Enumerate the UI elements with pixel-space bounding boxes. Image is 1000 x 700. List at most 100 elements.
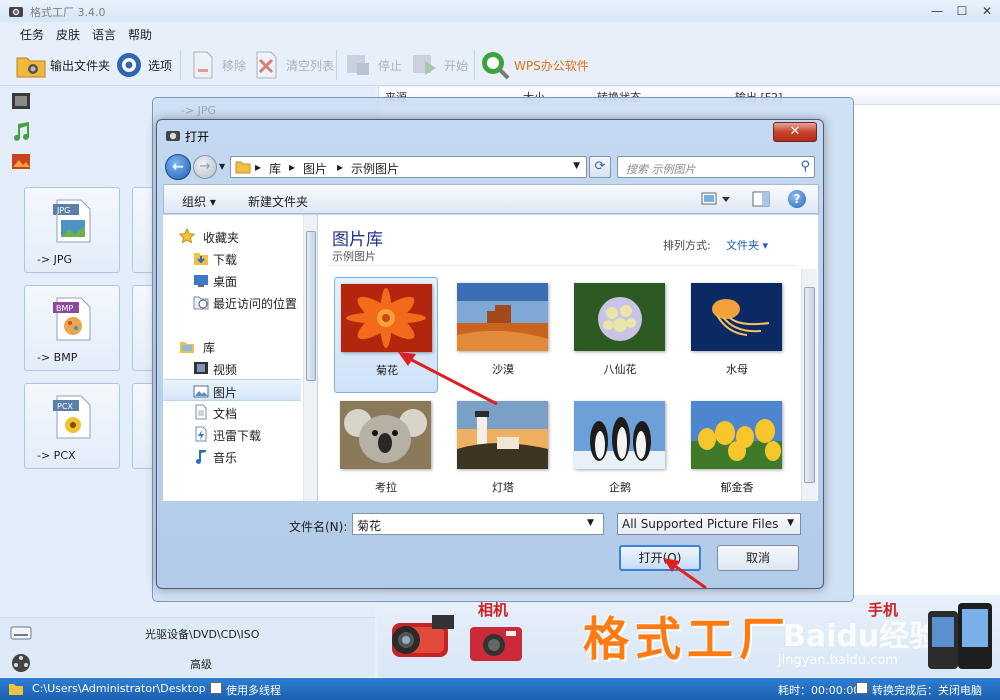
menu-task[interactable]: 任务 xyxy=(20,26,44,43)
library-title: 图片库 xyxy=(332,230,383,250)
back-button[interactable]: ← xyxy=(165,154,191,180)
file-name: 水母 xyxy=(726,363,748,376)
menu-skin[interactable]: 皮肤 xyxy=(56,26,80,43)
open-button[interactable]: 打开(O) xyxy=(619,545,701,571)
file-item[interactable]: 考拉 xyxy=(334,395,438,511)
recent-locations-dropdown[interactable]: ▼ xyxy=(219,162,225,171)
tile-to-jpg[interactable]: JPG -> JPG xyxy=(24,187,120,273)
wps-label: WPS办公软件 xyxy=(514,58,589,73)
nav-videos[interactable]: 视频 xyxy=(163,357,301,379)
minimize-button[interactable]: — xyxy=(925,2,949,20)
desert-thumbnail xyxy=(457,283,548,351)
new-folder-button[interactable]: 新建文件夹 xyxy=(248,193,308,210)
file-type-select[interactable]: All Supported Picture Files ▼ xyxy=(617,513,801,535)
arrange-by-dropdown[interactable]: 文件夹 ▾ xyxy=(726,237,768,253)
nav-favorites[interactable]: 收藏夹 xyxy=(163,225,301,247)
refresh-button[interactable]: ⟳ xyxy=(589,156,611,178)
file-name: 郁金香 xyxy=(720,481,754,494)
organize-button[interactable]: 组织 ▾ xyxy=(182,193,216,210)
filename-input[interactable]: 菊花 xyxy=(352,513,604,535)
multithread-checkbox[interactable] xyxy=(210,682,222,694)
camcorder-icon xyxy=(392,615,454,657)
file-item[interactable]: 企鹅 xyxy=(568,395,672,511)
star-icon xyxy=(178,227,196,244)
maximize-button[interactable]: ☐ xyxy=(950,2,974,20)
advanced-item[interactable]: 高级 xyxy=(0,649,375,677)
wps-button[interactable]: WPS办公软件 xyxy=(480,48,589,82)
nav-thunder-downloads[interactable]: 迅雷下载 xyxy=(163,423,301,445)
nav-recent[interactable]: 最近访问的位置 xyxy=(163,291,301,313)
tile-to-bmp[interactable]: BMP -> BMP xyxy=(24,285,120,371)
preview-pane-icon[interactable] xyxy=(752,190,770,208)
file-item[interactable]: 郁金香 xyxy=(685,395,789,511)
menu-language[interactable]: 语言 xyxy=(92,26,116,43)
output-path[interactable]: C:\Users\Administrator\Desktop xyxy=(32,682,206,695)
digital-camera-icon xyxy=(470,627,522,661)
close-button[interactable]: ✕ xyxy=(975,2,999,20)
file-list-scrollbar[interactable] xyxy=(801,269,817,501)
options-button[interactable]: 选项 xyxy=(114,48,172,82)
tile-to-pcx[interactable]: PCX -> PCX xyxy=(24,383,120,469)
file-item[interactable]: 八仙花 xyxy=(568,277,672,393)
nav-music[interactable]: 音乐 xyxy=(163,445,301,467)
breadcrumb-pictures[interactable]: 图片 xyxy=(303,160,327,177)
forward-button[interactable]: → xyxy=(193,155,217,179)
file-item[interactable]: 沙漠 xyxy=(451,277,555,393)
file-item[interactable]: 水母 xyxy=(685,277,789,393)
navigation-scrollbar[interactable] xyxy=(303,215,317,501)
file-type-value: All Supported Picture Files xyxy=(622,517,779,531)
start-button[interactable]: 开始 xyxy=(410,48,468,82)
file-item[interactable]: 灯塔 xyxy=(451,395,555,511)
file-item[interactable]: 菊花 xyxy=(334,277,438,393)
baidu-watermark-url: jingyan.baidu.com xyxy=(778,653,898,668)
breadcrumb-separator[interactable]: ▸ xyxy=(337,160,343,174)
address-bar[interactable]: ▸ 库 ▸ 图片 ▸ 示例图片 ▼ xyxy=(230,156,587,178)
app-logo-icon xyxy=(9,7,23,17)
baidu-watermark: Baidu经验 xyxy=(783,619,940,654)
filename-dropdown-icon[interactable]: ▼ xyxy=(587,518,594,528)
clear-list-button[interactable]: 清空列表 xyxy=(252,48,334,82)
remove-button[interactable]: 移除 xyxy=(188,48,246,82)
audio-category-icon[interactable] xyxy=(10,120,32,142)
nav-documents[interactable]: 文档 xyxy=(163,401,301,423)
search-icon[interactable]: ⚲ xyxy=(800,159,810,174)
scrollbar-thumb[interactable] xyxy=(306,231,316,381)
breadcrumb-libraries[interactable]: 库 xyxy=(269,160,281,177)
title-bar: 格式工厂 3.4.0 — ☐ ✕ xyxy=(0,0,1000,22)
nav-libraries[interactable]: 库 xyxy=(163,335,301,357)
command-bar: 组织 ▾ 新建文件夹 ? xyxy=(163,184,819,214)
convert-dialog-title: -> JPG xyxy=(181,104,217,117)
breadcrumb-sample-pictures[interactable]: 示例图片 xyxy=(351,160,399,177)
library-divider xyxy=(328,265,798,266)
optical-device-item[interactable]: 光驱设备\DVD\CD\ISO xyxy=(0,619,375,647)
address-dropdown-icon[interactable]: ▼ xyxy=(573,161,580,171)
stop-button[interactable]: 停止 xyxy=(344,48,402,82)
nav-pictures[interactable]: 图片 xyxy=(163,379,301,401)
camera-label: 相机 xyxy=(478,601,509,619)
music-note-icon xyxy=(193,448,209,464)
lighthouse-thumbnail xyxy=(457,401,548,469)
svg-text:BMP: BMP xyxy=(56,304,73,313)
output-folder-button[interactable]: 输出文件夹 xyxy=(16,48,110,82)
breadcrumb-separator[interactable]: ▸ xyxy=(255,160,261,174)
desktop-icon xyxy=(193,272,209,288)
help-icon[interactable]: ? xyxy=(788,190,806,208)
menu-help[interactable]: 帮助 xyxy=(128,26,152,43)
dialog-close-button[interactable]: ✕ xyxy=(773,122,817,142)
jellyfish-thumbnail xyxy=(691,283,782,351)
nav-desktop[interactable]: 桌面 xyxy=(163,269,301,291)
shutdown-checkbox[interactable] xyxy=(856,682,868,694)
breadcrumb-separator[interactable]: ▸ xyxy=(289,160,295,174)
brand-title: 格式工厂 xyxy=(583,612,791,666)
search-input[interactable]: 搜索 示例图片 ⚲ xyxy=(617,156,815,178)
video-category-icon[interactable] xyxy=(10,90,32,112)
change-view-icon[interactable] xyxy=(700,190,734,208)
file-name: 八仙花 xyxy=(603,363,637,376)
cancel-button[interactable]: 取消 xyxy=(717,545,799,571)
ad-banner[interactable]: 相机 格式工厂 Baidu经验 jingyan.baidu.com 手机 xyxy=(378,595,1000,677)
libraries-icon xyxy=(179,338,195,354)
scrollbar-thumb[interactable] xyxy=(804,287,815,483)
svg-text:PCX: PCX xyxy=(57,402,73,411)
nav-downloads[interactable]: 下载 xyxy=(163,247,301,269)
picture-category-icon[interactable] xyxy=(10,150,32,172)
